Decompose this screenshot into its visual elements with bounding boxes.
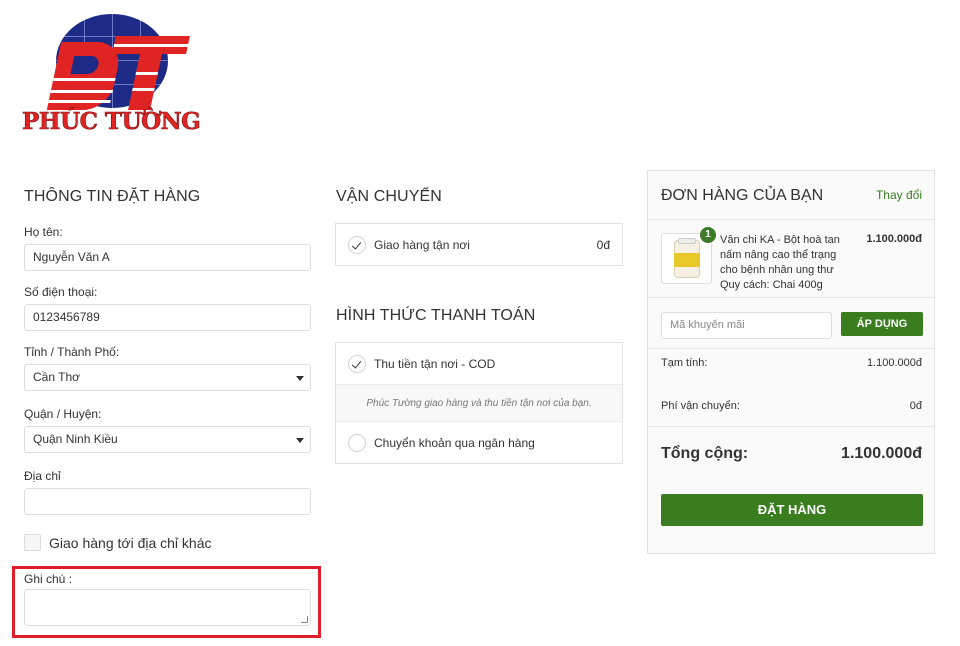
product-price: 1.100.000đ [866, 233, 922, 245]
payment-option-label: Thu tiền tận nơi - COD [374, 356, 496, 371]
total-value: 1.100.000đ [841, 445, 922, 462]
payment-title: HÌNH THỨC THANH TOÁN [336, 307, 536, 324]
shipping-fee-value: 0đ [909, 400, 922, 412]
product-jar-image [674, 238, 700, 278]
district-label: Quận / Huyện: [24, 407, 102, 421]
product-info: Vân chi KA - Bột hoà tan nấm nâng cao th… [720, 233, 850, 293]
payment-panel: Thu tiền tận nơi - COD Phúc Tường giao h… [335, 342, 623, 464]
coupon-input[interactable]: Mã khuyến mãi [661, 312, 832, 339]
logo-letter-t [112, 36, 190, 54]
shipping-panel: Giao hàng tận nơi 0đ [335, 223, 623, 266]
place-order-button[interactable]: ĐẶT HÀNG [661, 494, 923, 526]
order-title: ĐƠN HÀNG CỦA BẠN [661, 187, 824, 204]
name-label: Họ tên: [24, 225, 63, 239]
ship-other-label: Giao hàng tới địa chỉ khác [49, 534, 212, 551]
quantity-badge: 1 [700, 227, 716, 243]
address-label: Địa chỉ [24, 469, 61, 483]
brand-logo[interactable]: PHÚC TƯỜNG [22, 14, 201, 138]
ship-other-checkbox[interactable] [24, 534, 41, 551]
name-input[interactable]: Nguyễn Văn A [24, 244, 311, 271]
shipping-option[interactable]: Giao hàng tận nơi 0đ [336, 224, 622, 265]
edit-order-link[interactable]: Thay đổi [876, 188, 922, 202]
phone-input[interactable]: 0123456789 [24, 304, 311, 331]
district-select[interactable]: Quận Ninh Kiều [24, 426, 311, 453]
province-label: Tỉnh / Thành Phố: [24, 345, 120, 359]
payment-option-bank[interactable]: Chuyển khoản qua ngân hàng [336, 422, 622, 463]
apply-coupon-button[interactable]: ÁP DỤNG [841, 312, 923, 336]
payment-option-cod[interactable]: Thu tiền tận nơi - COD [336, 343, 622, 384]
ship-other-row[interactable]: Giao hàng tới địa chỉ khác [24, 534, 212, 551]
total-label: Tổng cộng: [661, 445, 749, 462]
shipping-option-label: Giao hàng tận nơi [374, 237, 470, 252]
district-value: Quận Ninh Kiều [33, 432, 118, 446]
brand-name: PHÚC TƯỜNG [22, 108, 201, 136]
province-select[interactable]: Cần Thơ [24, 364, 311, 391]
divider [648, 348, 934, 349]
divider [648, 426, 934, 427]
cod-radio[interactable] [348, 354, 366, 373]
checkout-title: THÔNG TIN ĐẶT HÀNG [24, 188, 201, 205]
bank-radio[interactable] [348, 433, 366, 452]
note-label: Ghi chú : [24, 572, 73, 586]
shipping-price: 0đ [596, 237, 610, 252]
divider [648, 219, 934, 220]
shipping-radio[interactable] [348, 235, 366, 254]
product-spec: Quy cách: Chai 400g [720, 279, 823, 291]
cod-note: Phúc Tường giao hàng và thu tiền tận nơi… [336, 384, 622, 422]
shipping-fee-label: Phí vận chuyển: [661, 400, 740, 412]
shipping-title: VẬN CHUYỂN [336, 188, 442, 205]
subtotal-label: Tạm tính: [661, 357, 708, 369]
order-summary: ĐƠN HÀNG CỦA BẠN Thay đổi 1 Vân chi KA -… [647, 170, 935, 554]
province-value: Cần Thơ [33, 370, 81, 384]
divider [648, 297, 934, 298]
address-input[interactable] [24, 488, 311, 515]
phone-label: Số điện thoại: [24, 285, 98, 299]
product-name: Vân chi KA - Bột hoà tan nấm nâng cao th… [720, 234, 840, 276]
subtotal-value: 1.100.000đ [866, 357, 922, 369]
payment-option-label: Chuyển khoản qua ngân hàng [374, 435, 535, 450]
note-textarea[interactable] [24, 589, 311, 626]
